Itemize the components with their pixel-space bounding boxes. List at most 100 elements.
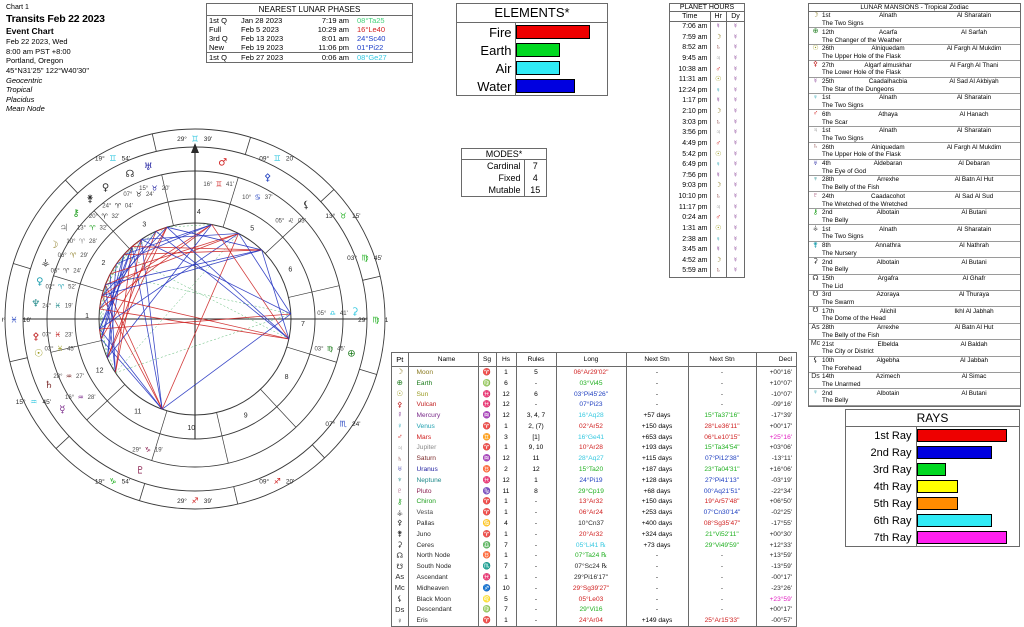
svg-text:♋: ♋ xyxy=(255,194,261,202)
planet-day-ruler-glyph: ☿ xyxy=(732,129,739,137)
lunar-mansion-number: 12th xyxy=(822,28,835,36)
planet-rules: - xyxy=(516,399,557,411)
svg-text:♀: ♀ xyxy=(36,276,43,287)
lunar-mansion-description: The Two Signs xyxy=(809,134,1020,144)
element-label: Fire xyxy=(457,23,516,41)
wheel-planet-♆[interactable]: ♆ 24° ♓ 19' xyxy=(31,298,72,310)
svg-text:13°: 13° xyxy=(77,226,87,232)
planet-rules: - xyxy=(516,561,557,573)
ray-label: 5th Ray xyxy=(846,495,917,512)
lunar-mansion-planet-glyph: ⊕ xyxy=(812,28,819,36)
lunar-mansion-arabic-name: Al Butani xyxy=(961,389,987,397)
sign-divider xyxy=(312,444,325,459)
planet-hour-ruler-glyph: ♃ xyxy=(710,202,727,214)
rays-panel: RAYS 1st Ray 2nd Ray 3rd Ray 4th Ray 5th Ray… xyxy=(845,409,1020,547)
wheel-planet-♀[interactable]: ♀02° ♈ 52' xyxy=(36,276,76,291)
wheel-planet-⚴[interactable]: ⚴ 07° ♓ 23' xyxy=(32,331,72,343)
wheel-planet-♇[interactable]: ♇ 29° ♑ 19' xyxy=(132,446,162,476)
wheel-planet-⚴[interactable]: ⚴ 10° ♋ 37' xyxy=(242,172,272,201)
lunar-mansion-planet-glyph: ☉ xyxy=(812,44,819,52)
wheel-planet-☊[interactable]: ☊07° ♉ 24' xyxy=(123,169,153,199)
lunar-mansion-planet-glyph: Mc xyxy=(810,340,821,348)
lunar-mansion-name: Athaya xyxy=(878,110,898,118)
planet-hour-time: 1:31 am xyxy=(670,223,711,235)
phase-date: Feb 19 2023 xyxy=(241,43,284,52)
planet-hour-row: 7:59 am ☽ ☿ xyxy=(670,32,744,44)
planet-hour-row: 3:56 pm ♃ ☿ xyxy=(670,128,744,139)
lunar-mansion-number: 28th xyxy=(822,324,835,332)
svg-text:41': 41' xyxy=(340,311,348,317)
planet-sign-glyph: ♈ xyxy=(478,421,497,433)
wheel-planet-☿[interactable]: ☿16° ♒ 28' xyxy=(59,394,95,416)
wheel-planet-☉[interactable]: ☉ 03° ♓ 45' xyxy=(34,345,75,359)
planet-day-ruler-glyph: ☿ xyxy=(732,246,739,254)
svg-text:03°: 03° xyxy=(347,254,357,262)
planet-longitude: 29°Sg39'27" xyxy=(556,583,627,594)
planet-declination: -17°55' xyxy=(771,520,792,528)
lunar-mansion-desc-row: The Dome of the Head xyxy=(809,315,1020,324)
planet-house: 1 xyxy=(496,572,517,584)
wheel-sign-label: 29° ♍ 16' xyxy=(358,316,388,325)
planet-next-station-position: - xyxy=(688,593,757,605)
lunar-mansion-desc-row: The Wretched of the Wretched xyxy=(809,200,1020,209)
planet-rules: 11 xyxy=(516,453,557,465)
lunar-mansions-table: ☽ 1st Alnath Al Sharatain The Two Signs ⊕ 12th… xyxy=(809,12,1020,406)
lunar-mansion-row: ♃ 1st Alnath Al Sharatain xyxy=(809,126,1020,135)
planet-name: Moon xyxy=(408,366,479,379)
sign-divider xyxy=(9,357,28,363)
wheel-planet-♅[interactable]: ♅ 15° ♉ 20' xyxy=(139,162,169,193)
wheel-planet-⚳[interactable]: ⚳ 05° ♎ 41' xyxy=(317,307,358,318)
sign-divider xyxy=(55,436,70,449)
svg-text:♈: ♈ xyxy=(58,283,65,291)
chart-wheel-graphic[interactable]: 12345678910111219° ♑ 54'29° ♐ 39'09° ♐ 20'07° ♏… xyxy=(2,126,388,512)
lunar-mansion-name: Azimech xyxy=(875,373,901,381)
wheel-planet-⚶[interactable]: ⚶06° ♈ 24' xyxy=(41,258,81,275)
planet-next-station-days: +150 days xyxy=(626,421,689,433)
planet-declination: +25°16' xyxy=(769,433,792,441)
planet-declination: -09°16' xyxy=(771,401,792,409)
planet-name: Descendant xyxy=(408,604,479,616)
svg-text:39': 39' xyxy=(204,498,212,505)
lunar-mansion-planet-glyph: ♄ xyxy=(812,143,819,151)
wheel-planet-⚸[interactable]: ⚸ 05° ♌ 03' xyxy=(275,200,309,225)
lunar-mansion-description: The Two Signs xyxy=(809,233,1020,242)
lunar-mansion-arabic-name: Al Baldah xyxy=(960,340,988,348)
planet-hours-title: PLANET HOURS xyxy=(670,4,744,12)
lunar-mansion-desc-row: The Changer of the Weather xyxy=(809,36,1020,45)
modes-panel: MODES* Cardinal 7 Fixed 4 Mutable 15 xyxy=(461,148,547,197)
svg-text:♑: ♑ xyxy=(145,446,151,454)
planet-hour-ruler-glyph: ♄ xyxy=(710,192,727,203)
svg-text:♆: ♆ xyxy=(31,298,40,309)
planet-rules: - xyxy=(516,550,557,562)
planet-longitude: 05°Li41 ℞ xyxy=(556,540,627,551)
planet-hour-time: 7:06 am xyxy=(670,21,711,33)
lunar-mansion-name: Argafra xyxy=(877,274,899,282)
planet-hour-row: 2:38 am ♀ ☿ xyxy=(670,234,744,246)
lunar-mansion-number: 6th xyxy=(822,110,831,118)
planet-declination: +16°06' xyxy=(769,466,792,474)
sign-divider xyxy=(151,133,157,152)
lunar-mansion-desc-row: The Unarmed xyxy=(809,381,1020,390)
planet-declination: -10°07' xyxy=(771,390,792,398)
planet-table-row: ♄ Saturn ♒ 12 11 28°Aq27 +115 days 07°Pi12'38" -… xyxy=(392,453,796,465)
planet-hour-row: 11:17 pm ♃ ☿ xyxy=(670,202,744,214)
planet-longitude: 29°Vi16 xyxy=(556,604,627,616)
lunar-mansion-row: ☿ 25th Caadalhacbia Al Sad Al Akbiyah xyxy=(809,77,1020,86)
ray-label: 6th Ray xyxy=(846,512,917,529)
planet-hour-time: 11:31 am xyxy=(670,75,711,86)
svg-text:15°: 15° xyxy=(16,398,26,406)
planet-hour-time: 3:45 am xyxy=(670,245,711,256)
planet-house: 12 xyxy=(496,410,517,422)
planet-hour-row: 9:03 pm ☽ ☿ xyxy=(670,181,744,192)
lunar-mansion-name: Algebha xyxy=(876,356,900,364)
phase-name: 3rd Q xyxy=(209,34,228,43)
planet-declination: +00°30' xyxy=(769,530,792,538)
planet-glyph: ⊕ xyxy=(392,378,409,389)
astrology-chart-wheel[interactable]: 1 2 3 4 5 6 7 8 9 10 11 12 19° ♑ 54' 29° ♐ 39' 09° ♐ 20' 07° ♏… xyxy=(2,126,388,512)
planet-hour-ruler-glyph: ♃ xyxy=(710,128,727,139)
lunar-mansion-description: The Upper Hole of the Flask xyxy=(809,52,1020,62)
ray-row: 2nd Ray xyxy=(846,444,1019,461)
svg-text:♊: ♊ xyxy=(109,154,116,163)
lunar-mansion-name: Annathra xyxy=(875,242,901,250)
lunar-mansion-row: Mc 21st Elbelda Al Baldah xyxy=(809,340,1020,349)
